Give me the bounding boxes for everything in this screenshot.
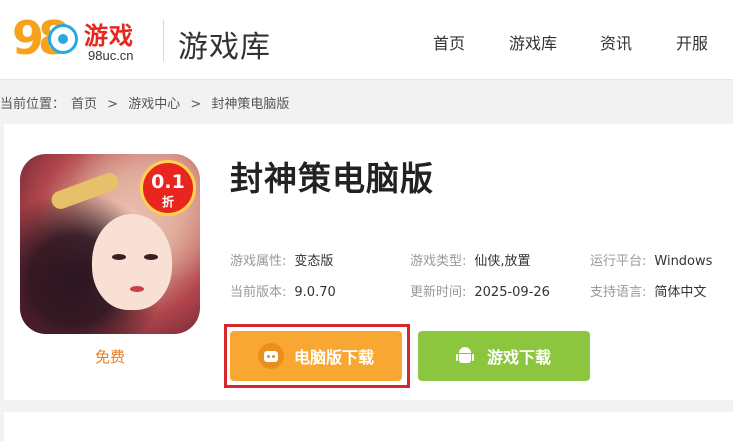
game-icon: 0.1 折 <box>20 154 200 334</box>
discount-badge: 0.1 折 <box>140 160 196 216</box>
info-value: 仙侠,放置 <box>474 254 531 269</box>
game-download-button[interactable]: 游戏下载 <box>418 331 590 381</box>
breadcrumb-prefix: 当前位置： <box>0 97 66 112</box>
site-logo[interactable]: 98 游戏 98uc.cn <box>10 10 150 70</box>
breadcrumb-game-center[interactable]: 游戏中心 <box>128 97 180 112</box>
info-version: 当前版本: 9.0.70 <box>230 281 336 300</box>
robot-icon <box>257 343 284 369</box>
section-title: 游戏库 <box>178 30 271 65</box>
nav-home[interactable]: 首页 <box>433 30 465 54</box>
info-label: 游戏类型: <box>410 254 467 269</box>
info-type: 游戏类型: 仙侠,放置 <box>410 250 531 269</box>
info-value: 2025-09-26 <box>474 285 550 300</box>
site-header: 98 游戏 98uc.cn 游戏库 首页 游戏库 资讯 开服 <box>0 0 733 80</box>
info-attribute: 游戏属性: 变态版 <box>230 250 333 269</box>
nav-game-library[interactable]: 游戏库 <box>509 30 557 54</box>
game-title: 封神策电脑版 <box>230 159 434 198</box>
pc-download-label: 电脑版下载 <box>293 348 374 367</box>
pc-download-button[interactable]: 电脑版下载 <box>230 331 402 381</box>
info-label: 运行平台: <box>590 254 647 269</box>
game-download-label: 游戏下载 <box>486 348 551 367</box>
discount-value: 0.1 <box>151 171 185 193</box>
android-icon <box>455 347 474 365</box>
breadcrumb-separator: > <box>190 97 202 112</box>
info-value: 简体中文 <box>654 285 707 300</box>
logo-domain: 98uc.cn <box>88 48 134 63</box>
logo-mascot-icon <box>48 24 78 54</box>
info-label: 游戏属性: <box>230 254 287 269</box>
nav-servers[interactable]: 开服 <box>676 30 708 54</box>
info-label: 当前版本: <box>230 285 287 300</box>
logo-name: 游戏 <box>84 22 134 50</box>
info-updated: 更新时间: 2025-09-26 <box>410 281 550 300</box>
breadcrumb-home[interactable]: 首页 <box>71 97 97 112</box>
info-label: 支持语言: <box>590 285 647 300</box>
discount-unit: 折 <box>161 195 174 209</box>
info-language: 支持语言: 简体中文 <box>590 281 706 300</box>
secondary-card <box>4 412 733 441</box>
game-detail-card: 0.1 折 免费 封神策电脑版 游戏属性: 变态版 游戏类型: 仙侠,放置 运行平台… <box>4 124 733 400</box>
nav-news[interactable]: 资讯 <box>600 30 632 54</box>
info-value: Windows <box>654 254 713 269</box>
info-label: 更新时间: <box>410 285 467 300</box>
info-platform: 运行平台: Windows <box>590 250 712 269</box>
price-label: 免费 <box>94 348 125 366</box>
header-divider <box>163 20 164 62</box>
info-value: 变态版 <box>294 254 334 269</box>
breadcrumb-current: 封神策电脑版 <box>211 97 290 112</box>
breadcrumb-separator: > <box>107 97 119 112</box>
breadcrumb: 当前位置： 首页 > 游戏中心 > 封神策电脑版 <box>0 93 295 112</box>
info-value: 9.0.70 <box>294 285 336 300</box>
